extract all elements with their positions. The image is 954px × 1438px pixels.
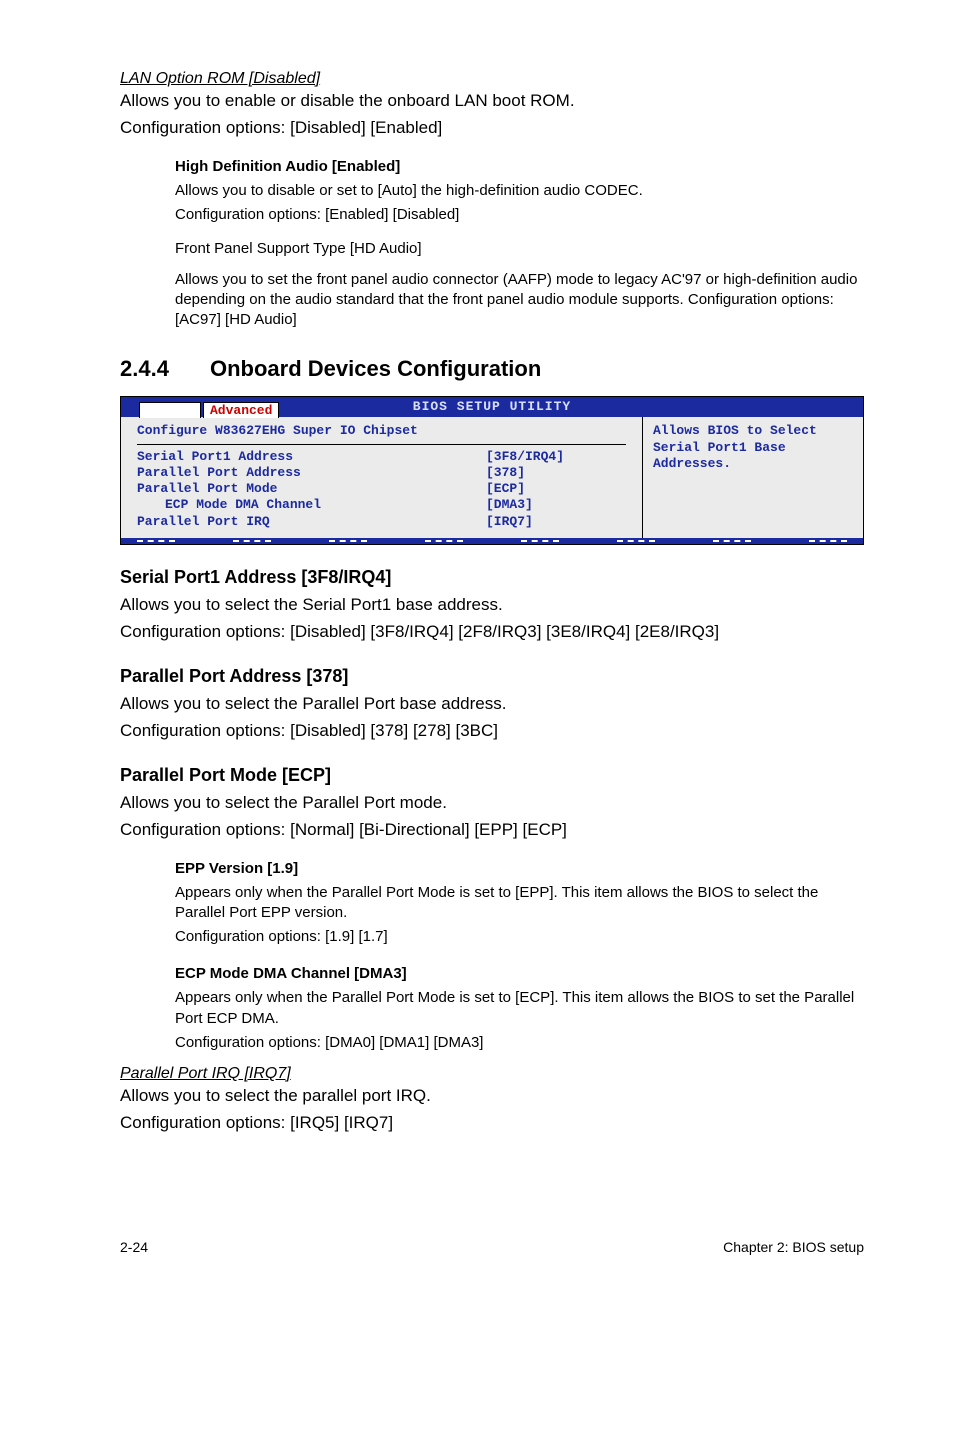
bios-setting-value: [DMA3]	[486, 497, 626, 513]
lan-option-title: LAN Option ROM [Disabled]	[120, 70, 864, 88]
page-footer: 2-24 Chapter 2: BIOS setup	[0, 1179, 954, 1275]
parallel-mode-title: Parallel Port Mode [ECP]	[120, 765, 864, 786]
bios-setting-row[interactable]: ECP Mode DMA Channel[DMA3]	[137, 497, 626, 513]
bios-setting-label: Parallel Port Mode	[137, 481, 486, 497]
bios-setting-value: [378]	[486, 465, 626, 481]
parallel-mode-config: Configuration options: [Normal] [Bi-Dire…	[120, 819, 864, 842]
epp-config: Configuration options: [1.9] [1.7]	[175, 927, 864, 947]
parallel-mode-desc: Allows you to select the Parallel Port m…	[120, 792, 864, 815]
hd-audio-title: High Definition Audio [Enabled]	[175, 158, 864, 175]
bios-setting-row[interactable]: Parallel Port Address[378]	[137, 465, 626, 481]
front-panel-body: Allows you to set the front panel audio …	[175, 270, 864, 331]
bios-setting-label: Parallel Port IRQ	[137, 514, 486, 530]
lan-option-desc: Allows you to enable or disable the onbo…	[120, 90, 864, 113]
bios-setting-row[interactable]: Serial Port1 Address[3F8/IRQ4]	[137, 449, 626, 465]
bios-tab-blank	[139, 402, 201, 418]
bios-help-pane: Allows BIOS to Select Serial Port1 Base …	[643, 417, 863, 538]
bios-setting-row[interactable]: Parallel Port IRQ[IRQ7]	[137, 514, 626, 530]
parallel-irq-title: Parallel Port IRQ [IRQ7]	[120, 1065, 864, 1083]
bios-setting-label: Serial Port1 Address	[137, 449, 486, 465]
epp-desc: Appears only when the Parallel Port Mode…	[175, 883, 864, 924]
bios-setting-label: Parallel Port Address	[137, 465, 486, 481]
bios-left-title: Configure W83627EHG Super IO Chipset	[137, 423, 626, 444]
bios-setting-row[interactable]: Parallel Port Mode[ECP]	[137, 481, 626, 497]
serial-port-title: Serial Port1 Address [3F8/IRQ4]	[120, 567, 864, 588]
parallel-addr-config: Configuration options: [Disabled] [378] …	[120, 720, 864, 743]
ecp-dma-config: Configuration options: [DMA0] [DMA1] [DM…	[175, 1033, 864, 1053]
hd-audio-desc: Allows you to disable or set to [Auto] t…	[175, 181, 864, 201]
serial-port-desc: Allows you to select the Serial Port1 ba…	[120, 594, 864, 617]
front-panel-title: Front Panel Support Type [HD Audio]	[175, 239, 864, 259]
parallel-irq-desc: Allows you to select the parallel port I…	[120, 1085, 864, 1108]
hd-audio-config: Configuration options: [Enabled] [Disabl…	[175, 205, 864, 225]
serial-port-config: Configuration options: [Disabled] [3F8/I…	[120, 621, 864, 644]
bios-setting-value: [3F8/IRQ4]	[486, 449, 626, 465]
lan-option-config: Configuration options: [Disabled] [Enabl…	[120, 117, 864, 140]
footer-page-number: 2-24	[120, 1239, 148, 1255]
section-title: Onboard Devices Configuration	[210, 356, 541, 381]
epp-title: EPP Version [1.9]	[175, 860, 864, 877]
parallel-irq-config: Configuration options: [IRQ5] [IRQ7]	[120, 1112, 864, 1135]
ecp-dma-desc: Appears only when the Parallel Port Mode…	[175, 988, 864, 1029]
footer-chapter: Chapter 2: BIOS setup	[723, 1239, 864, 1255]
bios-setting-label: ECP Mode DMA Channel	[137, 497, 486, 513]
bios-tab-advanced[interactable]: Advanced	[203, 402, 279, 418]
bios-bottom-border	[121, 538, 863, 544]
parallel-addr-desc: Allows you to select the Parallel Port b…	[120, 693, 864, 716]
parallel-addr-title: Parallel Port Address [378]	[120, 666, 864, 687]
section-heading: 2.4.4Onboard Devices Configuration	[120, 356, 864, 382]
ecp-dma-title: ECP Mode DMA Channel [DMA3]	[175, 965, 864, 982]
bios-header: BIOS SETUP UTILITY Advanced	[121, 397, 863, 417]
bios-setting-value: [ECP]	[486, 481, 626, 497]
section-number: 2.4.4	[120, 356, 210, 382]
bios-setting-value: [IRQ7]	[486, 514, 626, 530]
bios-left-pane: Configure W83627EHG Super IO Chipset Ser…	[121, 417, 643, 538]
bios-setup-panel: BIOS SETUP UTILITY Advanced Configure W8…	[120, 396, 864, 545]
